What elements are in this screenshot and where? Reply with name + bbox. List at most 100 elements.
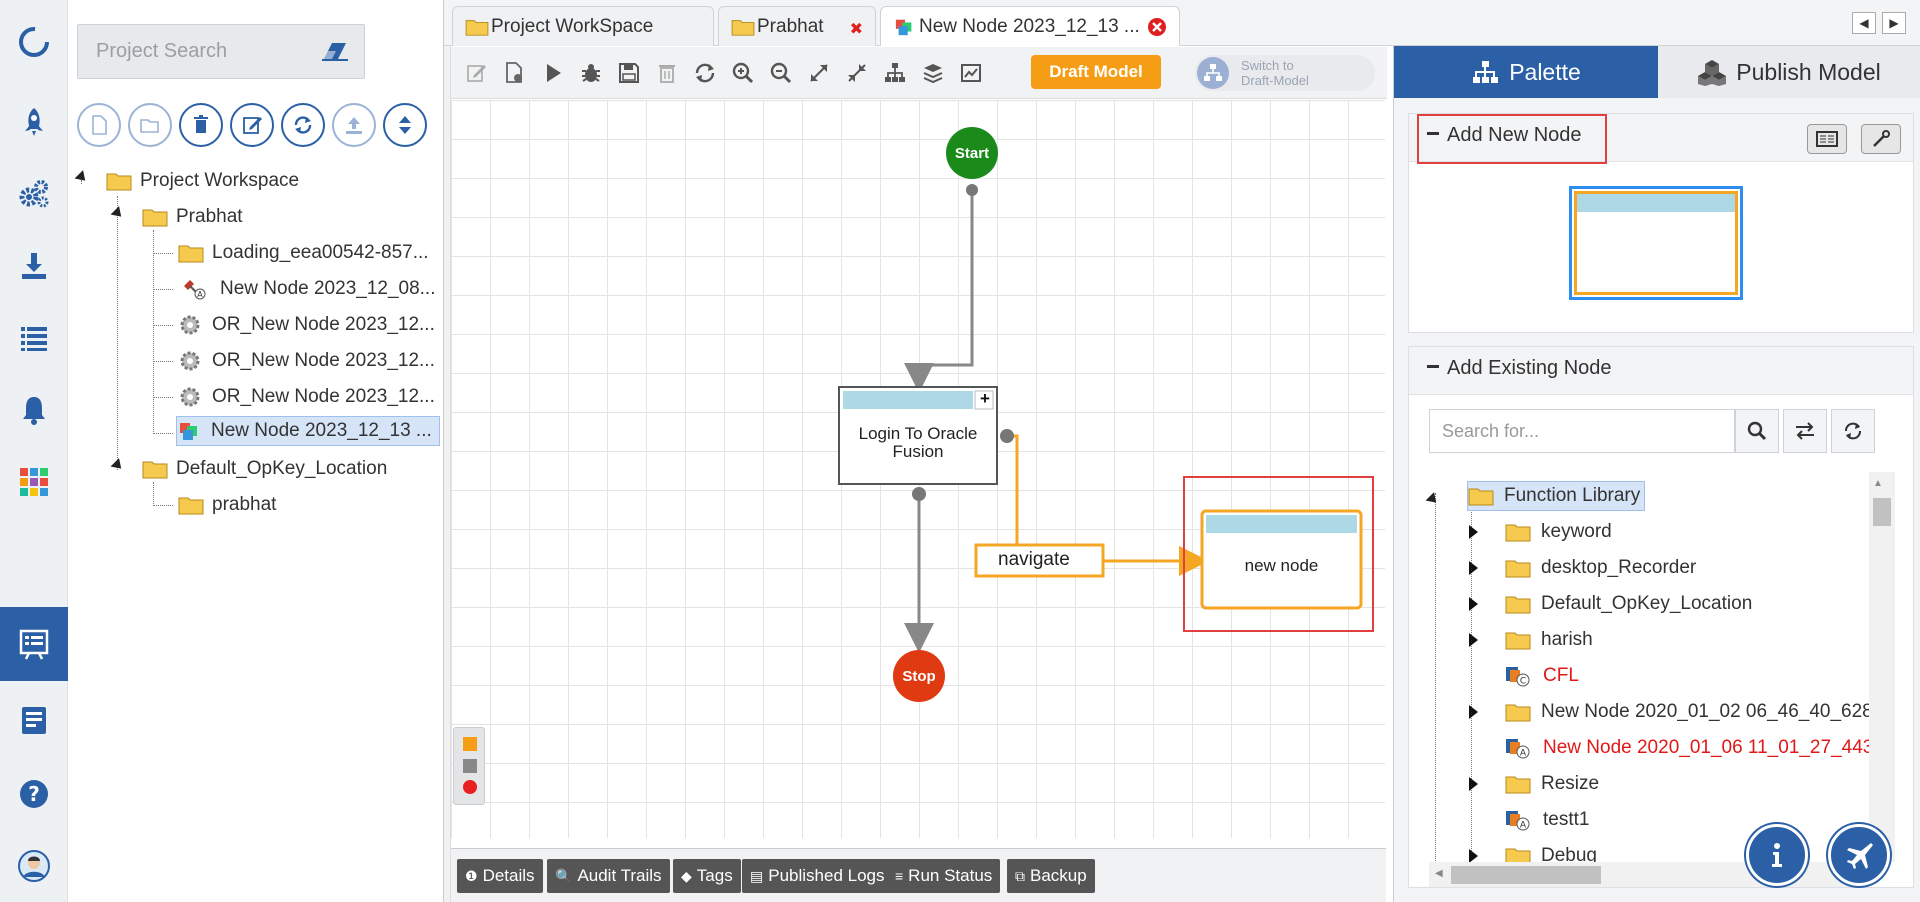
notebook-icon[interactable]	[0, 692, 68, 748]
upload-button[interactable]	[332, 103, 376, 147]
delete-button[interactable]	[179, 103, 223, 147]
edit-button[interactable]	[230, 103, 274, 147]
close-tab-icon[interactable]: ✖	[850, 19, 863, 39]
bell-icon[interactable]	[0, 382, 68, 438]
edge-start-to-login[interactable]	[904, 190, 974, 393]
lib-node-cfl[interactable]: C CFL	[1503, 661, 1579, 691]
tree-node-loading[interactable]: Loading_eea00542-857...	[178, 238, 429, 268]
lib-node-harish[interactable]: harish	[1505, 625, 1593, 655]
rocket-icon[interactable]	[0, 94, 68, 150]
lib-node-new-node-0106[interactable]: A New Node 2020_01_06 11_01_27_443	[1503, 733, 1873, 763]
file-settings-icon[interactable]	[503, 61, 527, 85]
tree-node-prabhat-sub[interactable]: prabhat	[178, 490, 276, 520]
swap-icon[interactable]	[1783, 409, 1827, 453]
tab-prabhat[interactable]: Prabhat ✖	[718, 6, 876, 46]
run-status-button[interactable]: ≡ Run Status	[887, 859, 1001, 893]
expand-icon[interactable]	[807, 61, 831, 85]
horizontal-scroll-thumb[interactable]	[1451, 866, 1601, 884]
add-new-node-header[interactable]: Add New Node	[1409, 114, 1913, 164]
zoom-out-icon[interactable]	[769, 61, 793, 85]
layers-icon[interactable]	[921, 61, 945, 85]
refresh-icon[interactable]	[693, 61, 717, 85]
debug-bug-icon[interactable]	[579, 61, 603, 85]
tree-node-project-workspace[interactable]: Project Workspace	[106, 166, 299, 196]
lib-node-keyword[interactable]: keyword	[1505, 517, 1612, 547]
vertical-scrollbar[interactable]: ▲	[1869, 472, 1895, 862]
lib-node-function-library[interactable]: Function Library	[1467, 481, 1646, 511]
expand-toggle[interactable]	[1425, 492, 1441, 507]
new-node-template[interactable]	[1569, 186, 1743, 300]
add-existing-node-header[interactable]: Add Existing Node	[1409, 347, 1913, 395]
scroll-tabs-right-icon[interactable]: ▶	[1882, 12, 1906, 34]
apps-grid-icon[interactable]	[0, 454, 68, 510]
card-view-icon[interactable]	[1807, 124, 1847, 154]
tree-node-or-3[interactable]: OR_New Node 2023_12...	[178, 382, 435, 412]
tree-node-new-node-1213[interactable]: New Node 2023_12_13 ...	[176, 416, 440, 446]
refresh-button[interactable]	[281, 103, 325, 147]
airplane-fab-button[interactable]	[1828, 824, 1890, 886]
tab-palette[interactable]: Palette	[1394, 46, 1658, 98]
draft-model-button[interactable]: Draft Model	[1031, 55, 1161, 89]
vertical-scroll-thumb[interactable]	[1873, 498, 1891, 526]
audit-trails-button[interactable]: 🔍 Audit Trails	[547, 859, 670, 893]
tab-project-workspace[interactable]: Project WorkSpace	[452, 6, 714, 46]
tab-publish-model[interactable]: Publish Model	[1658, 46, 1920, 98]
expand-toggle[interactable]	[1469, 705, 1478, 719]
backup-button[interactable]: ⧉ Backup	[1007, 859, 1095, 893]
export-chart-icon[interactable]	[959, 61, 983, 85]
trash-icon[interactable]	[655, 61, 679, 85]
switch-to-draft-toggle[interactable]: Switch to Draft-Model	[1195, 55, 1375, 91]
expand-toggle[interactable]	[110, 206, 126, 221]
eraser-icon[interactable]	[322, 41, 348, 61]
list-icon[interactable]	[0, 310, 68, 366]
model-designer-icon[interactable]	[0, 607, 80, 681]
expand-toggle[interactable]	[1469, 561, 1478, 575]
zoom-in-icon[interactable]	[731, 61, 755, 85]
download-icon[interactable]	[0, 238, 68, 294]
open-folder-button[interactable]	[128, 103, 172, 147]
lib-node-new-node-0102[interactable]: New Node 2020_01_02 06_46_40_628	[1505, 697, 1873, 727]
details-button[interactable]: ❶ Details	[457, 859, 543, 893]
lib-node-resize[interactable]: Resize	[1505, 769, 1599, 799]
lib-node-default-location[interactable]: Default_OpKey_Location	[1505, 589, 1752, 619]
library-search-input[interactable]	[1430, 410, 1720, 452]
settings-wand-icon[interactable]	[1861, 124, 1901, 154]
close-tab-icon[interactable]	[1147, 17, 1167, 37]
published-logs-button[interactable]: ▤ Published Logs	[742, 859, 893, 893]
expand-toggle[interactable]	[74, 170, 90, 185]
panel-splitter[interactable]	[444, 46, 451, 902]
edge-navigate[interactable]	[1007, 434, 1209, 576]
lib-node-testt1[interactable]: A testt1	[1503, 805, 1589, 835]
expand-toggle[interactable]	[1469, 849, 1478, 863]
tab-new-node-1213[interactable]: New Node 2023_12_13 ...	[880, 6, 1180, 46]
tree-node-or-2[interactable]: OR_New Node 2023_12...	[178, 346, 435, 376]
expand-collapse-button[interactable]	[383, 103, 427, 147]
tags-button[interactable]: ◆ Tags	[673, 859, 741, 893]
search-icon[interactable]	[1735, 409, 1779, 453]
expand-toggle[interactable]	[1469, 633, 1478, 647]
expand-toggle[interactable]	[1469, 777, 1478, 791]
info-fab-button[interactable]	[1746, 824, 1808, 886]
compress-icon[interactable]	[845, 61, 869, 85]
edit-icon[interactable]	[465, 61, 489, 85]
help-icon[interactable]: ?	[0, 766, 68, 822]
user-avatar-icon[interactable]	[0, 838, 68, 894]
project-search-input[interactable]	[78, 25, 318, 78]
flow-canvas[interactable]: Start Stop + Login To Oracle Fusion navi…	[451, 100, 1385, 838]
expand-toggle[interactable]	[110, 458, 126, 473]
tree-node-or-1[interactable]: OR_New Node 2023_12...	[178, 310, 435, 340]
tree-node-new-node-1208[interactable]: A New Node 2023_12_08...	[178, 274, 436, 304]
new-file-button[interactable]	[77, 103, 121, 147]
gears-icon[interactable]	[0, 166, 68, 222]
tree-node-default-location[interactable]: Default_OpKey_Location	[142, 454, 387, 484]
expand-toggle[interactable]	[1469, 597, 1478, 611]
expand-toggle[interactable]	[1469, 525, 1478, 539]
lib-node-desktop-recorder[interactable]: desktop_Recorder	[1505, 553, 1696, 583]
save-icon[interactable]	[617, 61, 641, 85]
refresh-icon[interactable]	[1831, 409, 1875, 453]
app-logo-icon[interactable]	[0, 14, 68, 70]
tree-node-prabhat[interactable]: Prabhat	[142, 202, 243, 232]
scroll-tabs-left-icon[interactable]: ◀	[1852, 12, 1876, 34]
hierarchy-icon[interactable]	[883, 61, 907, 85]
play-icon[interactable]	[541, 61, 565, 85]
